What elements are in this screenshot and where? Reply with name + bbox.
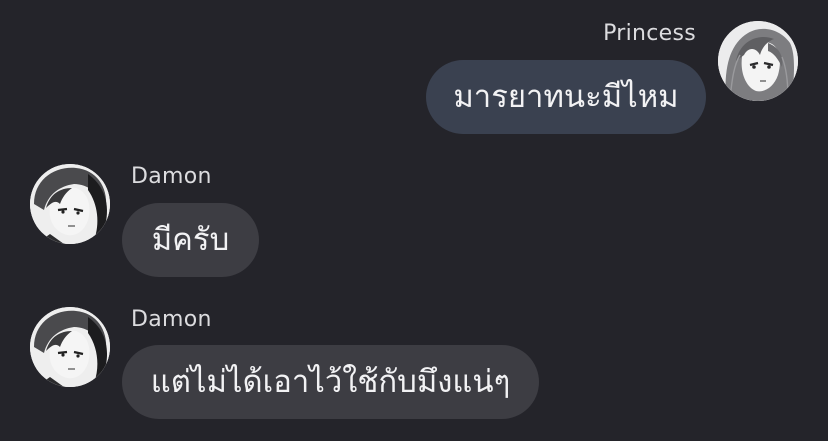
sender-name: Princess bbox=[603, 21, 696, 46]
avatar-princess[interactable] bbox=[718, 21, 798, 101]
avatar-damon[interactable] bbox=[30, 307, 110, 387]
message-bubble-outgoing[interactable]: มารยาทนะมีไหม bbox=[426, 60, 706, 134]
message-bubble-incoming[interactable]: มีครับ bbox=[122, 203, 259, 277]
message-bubble-incoming[interactable]: แต่ไม่ได้เอาไว้ใช้กับมึงแน่ๆ bbox=[122, 345, 539, 419]
damon-avatar-icon bbox=[30, 164, 110, 244]
avatar-damon[interactable] bbox=[30, 164, 110, 244]
chat-window: Princess มารยาทนะมีไหม Damon มีครับ Damo… bbox=[0, 0, 828, 441]
sender-name: Damon bbox=[131, 307, 212, 332]
damon-avatar-icon bbox=[30, 307, 110, 387]
sender-name: Damon bbox=[131, 164, 212, 189]
princess-avatar-icon bbox=[718, 21, 798, 101]
